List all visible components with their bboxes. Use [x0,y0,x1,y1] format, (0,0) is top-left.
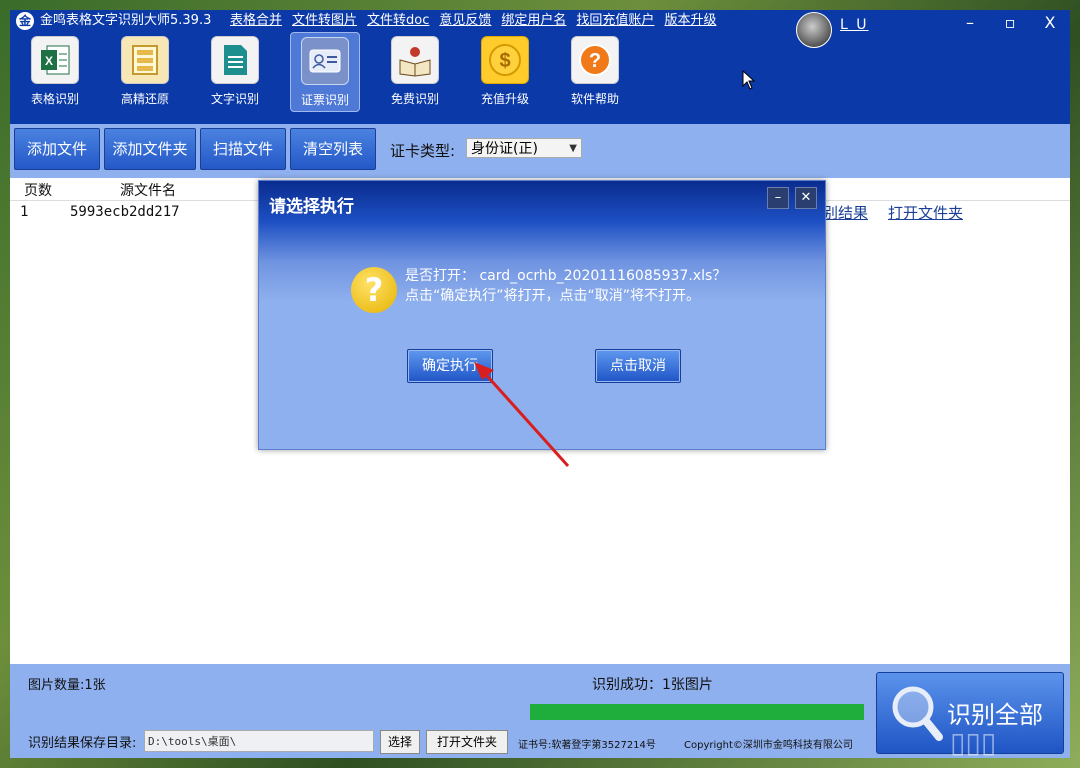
username[interactable]: L U [840,17,869,33]
tool-label: 高精还原 [120,92,169,106]
save-dir-label: 识别结果保存目录: [28,736,137,751]
app-logo-icon: 金 [16,12,34,30]
recognize-all-label: 识别全部 [947,701,1043,729]
tool-label: 文字识别 [210,92,259,106]
column-header-page: 页数 [24,183,52,199]
tool-free-ocr[interactable]: 免费识别 [380,36,450,114]
open-folder-link[interactable]: 打开文件夹 [888,202,963,223]
copyright-text: Copyright©深圳市金鸣科技有限公司 [684,740,853,751]
tool-label: 充值升级 [480,92,529,106]
id-card-icon [301,37,349,85]
maximize-button[interactable]: ▫ [990,10,1030,36]
dialog-minimize-button[interactable]: – [767,187,789,209]
magnifier-icon [892,686,943,741]
progress-fill [530,704,864,720]
question-icon: ? [351,267,397,313]
document-icon [211,36,259,84]
help-icon: ? [571,36,619,84]
minimize-button[interactable]: – [950,10,990,36]
avatar[interactable] [796,12,832,48]
book-icon [391,36,439,84]
app-title: 金鸣表格文字识别大师5.39.3 [40,13,212,28]
add-file-button[interactable]: 添加文件 [14,128,100,170]
tool-help[interactable]: ? 软件帮助 [560,36,630,114]
cell-page: 1 [20,204,29,220]
dialog-close-button[interactable]: ✕ [795,187,817,209]
annotation-arrow-icon [474,362,570,468]
svg-text:?: ? [589,50,601,72]
tool-label: 免费识别 [390,92,439,106]
card-type-select[interactable]: 身份证(正) ▼ [466,138,582,158]
dollar-coin-icon: $ [481,36,529,84]
open-folder-button[interactable]: 打开文件夹 [426,730,508,754]
add-folder-button[interactable]: 添加文件夹 [104,128,196,170]
choose-button[interactable]: 选择 [380,730,420,754]
menu-recover-account[interactable]: 找回充值账户 [576,12,654,30]
cancel-button[interactable]: 点击取消 [595,349,681,383]
dialog-message-line2: 点击“确定执行”将打开，点击“取消”将不打开。 [405,288,701,304]
save-dir-input[interactable]: D:\tools\桌面\ [144,730,374,752]
dialog-title: 请选择执行 [269,197,354,217]
menu-bind-username[interactable]: 绑定用户名 [501,12,566,30]
tool-card-ocr[interactable]: 证票识别 [290,32,360,112]
svg-text:X: X [45,54,53,68]
layout-icon [121,36,169,84]
column-header-filename: 源文件名 [120,183,176,199]
tool-label: 表格识别 [30,92,79,106]
success-count: 识别成功：1张图片 [592,677,713,693]
image-count: 图片数量:1张 [28,678,106,693]
svg-text:$: $ [499,50,510,72]
tool-label: 软件帮助 [570,92,619,106]
close-button[interactable]: X [1030,10,1070,36]
tool-label: 证票识别 [300,93,349,107]
progress-bar [530,704,864,720]
card-type-value: 身份证(正) [471,141,538,157]
menu-upgrade[interactable]: 版本升级 [664,12,716,30]
menu-file-to-image[interactable]: 文件转图片 [292,12,357,30]
main-toolbar: X 表格识别 高精还原 文字识别 证票识别 免费识别 $ 充值升级 ? 软件帮助 [20,32,650,116]
mouse-cursor-icon [742,70,756,90]
certificate-text: 证书号:软著登字第3527214号 [518,740,656,751]
menu-file-to-doc[interactable]: 文件转doc [367,12,429,30]
menu-merge-tables[interactable]: 表格合并 [230,12,282,30]
card-type-label: 证卡类型: [390,142,456,160]
chevron-down-icon: ▼ [569,143,577,154]
excel-icon: X [31,36,79,84]
tool-table-ocr[interactable]: X 表格识别 [20,36,90,114]
tool-high-precision[interactable]: 高精还原 [110,36,180,114]
status-panel: 图片数量:1张 识别成功：1张图片 识别结果保存目录: D:\tools\桌面\… [10,664,1070,758]
scan-file-button[interactable]: 扫描文件 [200,128,286,170]
dialog-message-line1: 是否打开： card_ocrhb_20201116085937.xls？ [405,268,727,284]
top-menu: 表格合并 文件转图片 文件转doc 意见反馈 绑定用户名 找回充值账户 版本升级 [230,12,716,30]
menu-feedback[interactable]: 意见反馈 [439,12,491,30]
title-toolbar-area: 金 金鸣表格文字识别大师5.39.3 表格合并 文件转图片 文件转doc 意见反… [10,10,1070,124]
tool-text-ocr[interactable]: 文字识别 [200,36,270,114]
watermark: ▯▯▯ [950,726,997,759]
clear-list-button[interactable]: 清空列表 [290,128,376,170]
tool-recharge[interactable]: $ 充值升级 [470,36,540,114]
action-bar: 添加文件 添加文件夹 扫描文件 清空列表 证卡类型: 身份证(正) ▼ [10,124,1070,178]
cell-filename: 5993ecb2dd217 [70,204,180,220]
